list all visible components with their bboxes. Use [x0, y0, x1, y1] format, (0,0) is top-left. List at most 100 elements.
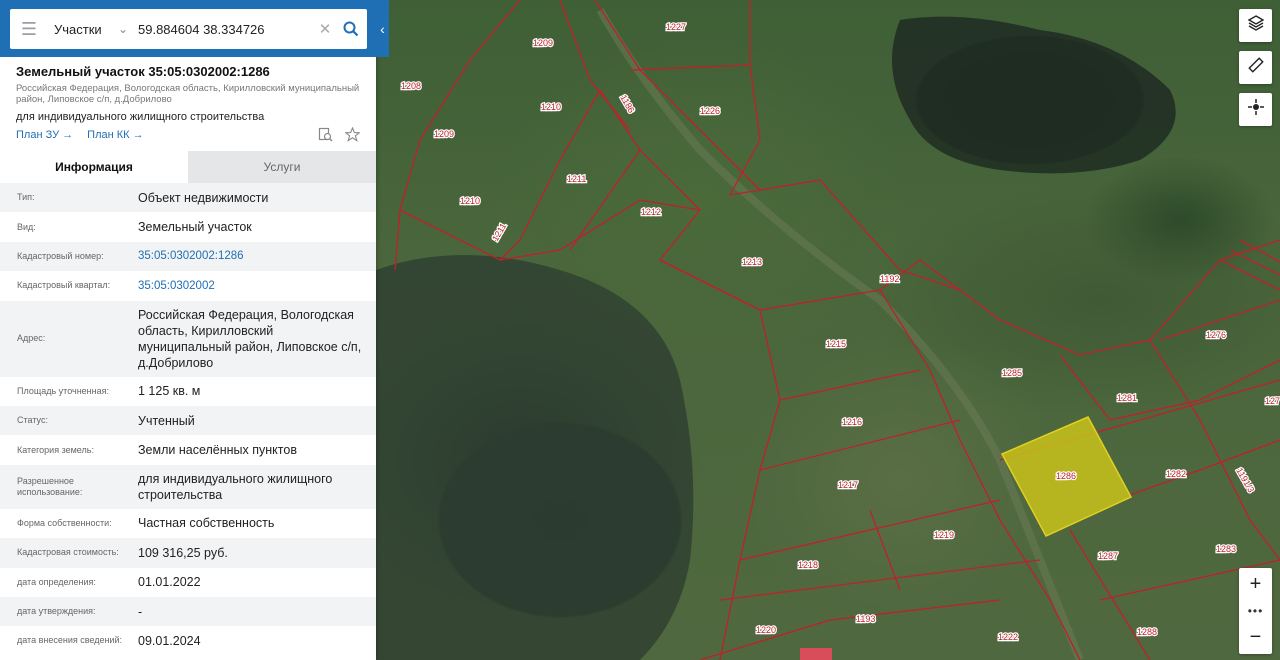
parcel-label: 1209 [434, 129, 454, 139]
plan-kk-link[interactable]: План КК → [87, 129, 143, 141]
layers-icon [1247, 15, 1264, 36]
plan-links: План ЗУ → План КК → [16, 129, 360, 141]
table-row: Статус: Учтенный [0, 405, 376, 436]
layers-button[interactable] [1239, 9, 1272, 42]
collapse-panel-button[interactable]: ‹ [376, 9, 389, 49]
info-panel: Земельный участок 35:05:0302002:1286 Рос… [0, 0, 376, 660]
search-category-select[interactable]: Участки ⌄ [48, 22, 132, 37]
ruler-button[interactable] [1239, 51, 1272, 84]
locate-button[interactable] [1239, 93, 1272, 126]
row-label: Категория земель: [17, 444, 94, 455]
parcel-label: 1281 [1117, 393, 1137, 403]
parcel-label: 1208 [401, 81, 421, 91]
arrow-right-icon: → [62, 129, 74, 141]
table-row: дата внесения сведений: 09.01.2024 [0, 626, 376, 655]
table-row: Вид: Земельный участок [0, 212, 376, 241]
parcel-label: 1227 [666, 22, 686, 32]
row-label: Статус: [17, 415, 48, 426]
parcel-label: 1286 [1056, 471, 1076, 481]
parcel-label: 127 [1265, 396, 1280, 406]
ruler-icon [1247, 57, 1264, 78]
parcel-label: 1285 [1002, 368, 1022, 378]
more-icon[interactable]: ••• [1239, 601, 1272, 621]
row-value: Объект недвижимости [138, 190, 269, 205]
row-label: Адрес: [17, 333, 46, 344]
water-area [376, 255, 694, 660]
row-value: 09.01.2024 [138, 633, 201, 648]
parcel-label: 1283 [1216, 544, 1236, 554]
parcel-label: 1276 [1206, 330, 1226, 340]
parcel-header: Земельный участок 35:05:0302002:1286 Рос… [0, 57, 376, 142]
parcel-label: 1192 [880, 274, 899, 284]
parcel-label: 1186 [618, 93, 636, 115]
parcel-label: 1213 [742, 257, 762, 267]
table-row: дата определения: 01.01.2022 [0, 568, 376, 597]
hamburger-icon[interactable]: ☰ [10, 9, 48, 49]
parcel-label: 1219 [934, 530, 954, 540]
row-value[interactable]: 35:05:0302002:1286 [138, 248, 376, 264]
zoom-control: + ••• − [1239, 568, 1272, 654]
arrow-right-icon: → [132, 129, 144, 141]
table-row: Кадастровый номер: 35:05:0302002:1286 [0, 241, 376, 272]
row-label: Кадастровый номер: [17, 250, 104, 261]
parcel-label: 1226 [700, 106, 720, 116]
table-row: Категория земель: Земли населённых пункто… [0, 435, 376, 464]
row-value: 01.01.2022 [138, 575, 201, 590]
parcel-label: 1215 [826, 339, 846, 349]
row-label: Кадастровый квартал: [17, 280, 111, 291]
row-value: Земли населённых пунктов [138, 443, 297, 458]
parcel-label: 1211 [490, 221, 508, 243]
parcel-label: 1210 [541, 102, 561, 112]
parcel-label: 1288 [1137, 627, 1157, 637]
parcel-label: 1210 [460, 196, 480, 206]
parcel-address: Российская Федерация, Вологодская област… [16, 83, 360, 105]
row-label: дата определения: [17, 576, 96, 587]
search-header: ☰ Участки ⌄ ✕ ‹ [0, 0, 389, 57]
search-document-icon[interactable] [318, 127, 333, 147]
row-value: 1 125 кв. м [138, 384, 201, 399]
search-icon[interactable] [335, 21, 367, 37]
row-value: Учтенный [138, 413, 195, 428]
parcel-label: 1216 [842, 417, 862, 427]
row-label: Кадастровая стоимость: [17, 547, 119, 558]
table-row: Форма собственности: Частная собственност… [0, 509, 376, 538]
parcel-label: 1211 [567, 174, 586, 184]
crosshair-icon [1247, 99, 1264, 120]
row-label: дата внесения сведений: [17, 635, 122, 646]
zoom-out-button[interactable]: − [1239, 621, 1272, 654]
tab-services[interactable]: Услуги [188, 151, 376, 183]
parcel-label: 1282 [1166, 469, 1186, 479]
row-value: для индивидуального жилищного строительс… [138, 471, 333, 502]
parcel-label: 1191/3 [1234, 466, 1256, 494]
zoom-in-button[interactable]: + [1239, 568, 1272, 601]
star-icon[interactable] [344, 126, 361, 147]
info-tabs: Информация Услуги [0, 151, 376, 183]
table-row: Кадастровый квартал: 35:05:0302002 [0, 271, 376, 300]
row-label: Вид: [17, 221, 36, 232]
app: 1227 1209 1208 1186 1226 1210 1209 1211 1210 1212… [0, 0, 1280, 660]
row-label: Форма собственности: [17, 517, 112, 528]
row-label: дата утверждения: [17, 606, 96, 617]
row-label: Площадь уточненная: [17, 385, 109, 396]
search-bar: ☰ Участки ⌄ ✕ [10, 9, 367, 49]
parcel-purpose: для индивидуального жилищного строительс… [16, 111, 265, 123]
table-row: Тип: Объект недвижимости [0, 183, 376, 213]
row-value: Частная собственность [138, 516, 275, 531]
close-icon[interactable]: ✕ [315, 20, 335, 38]
tab-info[interactable]: Информация [0, 151, 188, 183]
row-value: - [138, 604, 143, 619]
table-row: Адрес: Российская Федерация, Вологодская … [0, 300, 376, 377]
row-label: Разрешенное использование: [17, 475, 83, 497]
search-input[interactable] [132, 21, 315, 37]
row-value[interactable]: 35:05:0302002 [138, 278, 376, 294]
parcel-label: 1193 [856, 614, 875, 624]
row-value: 109 316,25 руб. [138, 545, 228, 560]
row-value: Земельный участок [138, 220, 252, 235]
table-row: Кадастровая стоимость: 109 316,25 руб. [0, 538, 376, 568]
row-label: Тип: [17, 192, 35, 203]
parcel-label: 1218 [798, 560, 818, 570]
parcel-label: 1212 [641, 207, 661, 217]
plan-zu-link[interactable]: План ЗУ → [16, 129, 73, 141]
parcel-label: 1217 [838, 480, 858, 490]
row-value: Российская Федерация, Вологодская област… [138, 307, 362, 370]
